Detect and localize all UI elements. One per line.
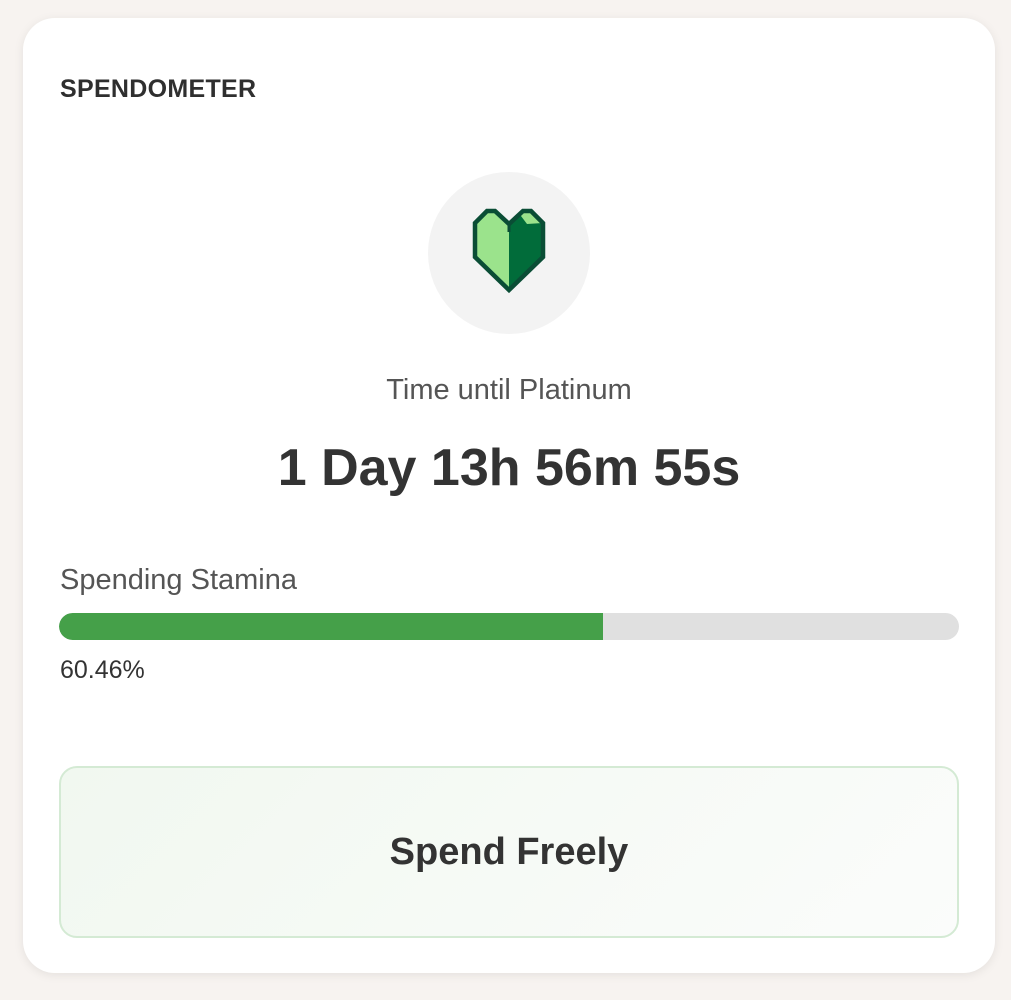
- card-title: SPENDOMETER: [60, 75, 257, 103]
- status-box: Spend Freely: [59, 766, 959, 938]
- stamina-progress-fill: [59, 613, 604, 640]
- countdown-timer: 1 Day 13h 56m 55s: [277, 439, 741, 497]
- stamina-label: Spending Stamina: [60, 564, 297, 596]
- countdown-label: Time until Platinum: [386, 374, 632, 406]
- spendometer-card: SPENDOMETER Time until Platinum 1 Day 13…: [23, 18, 995, 973]
- green-heart-icon: [472, 208, 546, 294]
- status-message: Spend Freely: [389, 830, 629, 873]
- stamina-percent: 60.46%: [60, 656, 145, 684]
- stamina-progress-bar: [59, 613, 959, 640]
- heart-badge: [428, 172, 590, 334]
